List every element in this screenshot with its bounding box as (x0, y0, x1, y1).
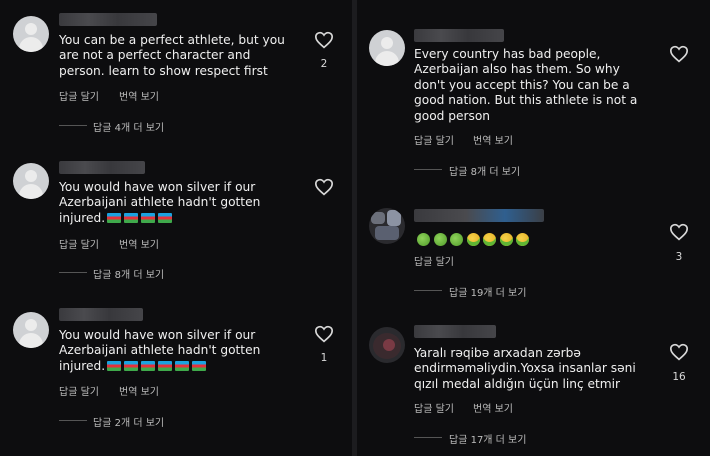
view-more-replies-button[interactable]: 답글 8개 더 보기 (93, 266, 164, 281)
avatar-default-user-icon[interactable] (13, 163, 49, 199)
avatar-user-photo[interactable] (369, 327, 405, 363)
heart-outline-icon[interactable] (669, 343, 689, 361)
comment-text: Every country has bad people, Azerbaijan… (414, 47, 638, 123)
translate-button[interactable]: 번역 보기 (473, 132, 513, 147)
reply-button[interactable]: 답글 달기 (414, 400, 454, 415)
like-count: 3 (675, 251, 683, 263)
azerbaijan-flag-emojis (107, 210, 175, 225)
comment-text: You can be a perfect athlete, but you ar… (59, 33, 285, 78)
reply-divider-line (414, 437, 442, 438)
translate-button[interactable]: 번역 보기 (119, 383, 159, 398)
username-redacted[interactable] (414, 29, 504, 42)
username-redacted[interactable] (59, 161, 145, 174)
like-count: 2 (320, 58, 328, 70)
azerbaijan-flag-emojis (107, 358, 209, 373)
right-comment-column: Every country has bad people, Azerbaijan… (357, 0, 710, 456)
reply-divider-line (59, 420, 87, 421)
like-count: 16 (672, 371, 686, 383)
heart-outline-icon[interactable] (314, 31, 334, 49)
emoji-reaction-row (417, 229, 533, 248)
view-more-replies-button[interactable]: 답글 19개 더 보기 (449, 284, 526, 299)
reply-divider-line (59, 125, 87, 126)
reply-button[interactable]: 답글 달기 (414, 253, 454, 268)
view-more-replies-button[interactable]: 답글 17개 더 보기 (449, 431, 526, 446)
username-redacted[interactable] (414, 209, 544, 222)
heart-outline-icon[interactable] (669, 223, 689, 241)
avatar-default-user-icon[interactable] (369, 30, 405, 66)
reply-button[interactable]: 답글 달기 (59, 88, 99, 103)
view-more-replies-button[interactable]: 답글 8개 더 보기 (449, 163, 520, 178)
heart-outline-icon[interactable] (314, 178, 334, 196)
username-redacted[interactable] (414, 325, 496, 338)
comment-text: Yaralı rəqibə arxadan zərbə endirməməliy… (414, 346, 636, 391)
heart-outline-icon[interactable] (669, 45, 689, 63)
avatar-user-photo[interactable] (369, 208, 405, 244)
translate-button[interactable]: 번역 보기 (119, 88, 159, 103)
reply-button[interactable]: 답글 달기 (59, 383, 99, 398)
view-more-replies-button[interactable]: 답글 4개 더 보기 (93, 119, 164, 134)
translate-button[interactable]: 번역 보기 (119, 236, 159, 251)
reply-button[interactable]: 답글 달기 (414, 132, 454, 147)
view-more-replies-button[interactable]: 답글 2개 더 보기 (93, 414, 164, 429)
username-redacted[interactable] (59, 308, 143, 321)
translate-button[interactable]: 번역 보기 (473, 400, 513, 415)
reply-divider-line (59, 272, 87, 273)
reply-button[interactable]: 답글 달기 (59, 236, 99, 251)
avatar-default-user-icon[interactable] (13, 16, 49, 52)
avatar-default-user-icon[interactable] (13, 312, 49, 348)
reply-divider-line (414, 169, 442, 170)
heart-outline-icon[interactable] (314, 325, 334, 343)
left-comment-column: You can be a perfect athlete, but you ar… (0, 0, 352, 456)
reply-divider-line (414, 290, 442, 291)
like-count: 1 (320, 352, 328, 364)
username-redacted[interactable] (59, 13, 157, 26)
